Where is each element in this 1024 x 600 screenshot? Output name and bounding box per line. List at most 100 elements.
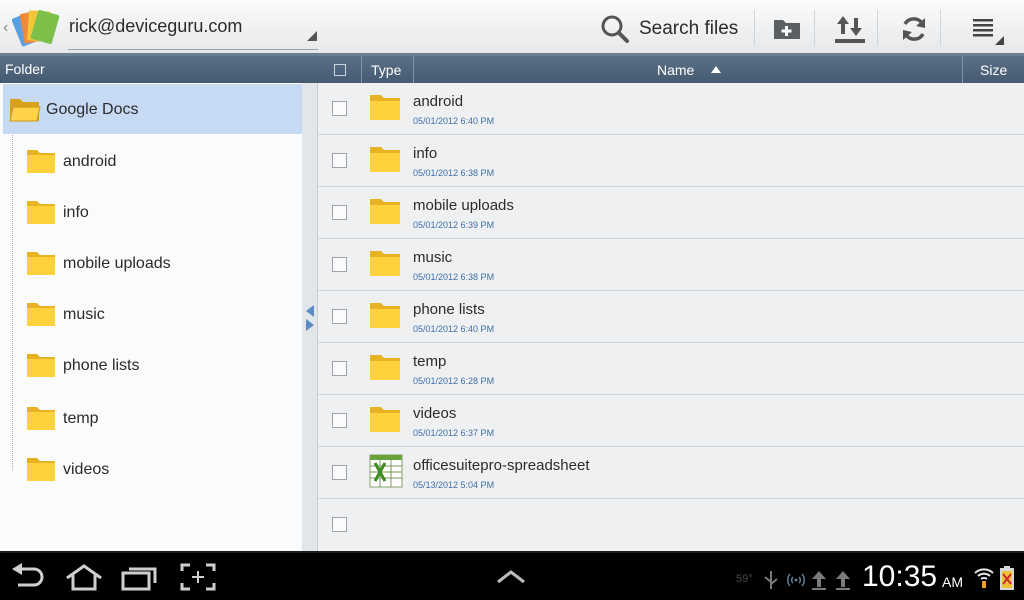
file-date: 05/01/2012 6:39 PM: [413, 220, 495, 230]
name-header-label: Name: [657, 62, 695, 78]
file-name: videos: [413, 405, 457, 422]
account-email: rick@deviceguru.com: [69, 16, 243, 36]
file-date: 05/01/2012 6:37 PM: [413, 428, 495, 438]
row-checkbox[interactable]: [332, 153, 347, 168]
back-chevron-icon[interactable]: ‹: [3, 19, 8, 37]
usb-icon: [764, 571, 778, 589]
tree-item-videos[interactable]: videos: [16, 443, 302, 491]
file-name: phone lists: [413, 301, 485, 318]
size-column-header[interactable]: Size: [962, 56, 1024, 83]
folder-icon: [370, 199, 400, 224]
type-header-label: Type: [371, 62, 402, 78]
back-icon[interactable]: [10, 563, 46, 591]
file-row[interactable]: videos 05/01/2012 6:37 PM: [318, 395, 1024, 447]
tree-item-label: mobile uploads: [63, 255, 171, 272]
upload-icon: [836, 571, 850, 590]
recent-apps-icon[interactable]: [121, 563, 157, 591]
select-all-column[interactable]: [318, 56, 361, 83]
folder-icon: [27, 303, 55, 326]
row-checkbox[interactable]: [332, 361, 347, 376]
file-date: 05/01/2012 6:40 PM: [413, 324, 495, 334]
folder-icon: [27, 407, 55, 430]
empty-row[interactable]: [318, 499, 1024, 551]
row-checkbox[interactable]: [332, 309, 347, 324]
folder-icon: [370, 355, 400, 380]
home-icon[interactable]: [64, 563, 104, 591]
tree-root-google-docs[interactable]: Google Docs: [3, 84, 302, 134]
file-row[interactable]: phone lists 05/01/2012 6:40 PM: [318, 291, 1024, 343]
app-logo-icon[interactable]: [12, 6, 62, 50]
new-folder-button[interactable]: [766, 8, 808, 48]
file-name: android: [413, 93, 464, 110]
upload-download-button[interactable]: [828, 8, 870, 48]
file-date: 05/01/2012 6:28 PM: [413, 376, 495, 386]
file-date: 05/13/2012 5:04 PM: [413, 480, 495, 490]
menu-corner-icon: [995, 36, 1004, 45]
folder-icon: [370, 251, 400, 276]
tree-item-temp[interactable]: temp: [16, 392, 302, 440]
file-name: info: [413, 145, 438, 162]
tree-item-phone-lists[interactable]: phone lists: [16, 339, 302, 387]
new-folder-icon: [774, 20, 800, 39]
tree-item-label: videos: [63, 461, 110, 478]
file-date: 05/01/2012 6:38 PM: [413, 272, 495, 282]
tree-item-label: android: [63, 153, 117, 170]
chevron-up-icon[interactable]: [496, 569, 526, 585]
temperature-label: 59°: [736, 573, 753, 585]
size-header-label: Size: [980, 62, 1008, 78]
clock-time[interactable]: 10:35: [862, 560, 937, 594]
tree-item-mobile-uploads[interactable]: mobile uploads: [16, 237, 302, 285]
sort-ascending-icon: [711, 66, 721, 73]
system-bar: 59° 10:35 AM: [0, 551, 1024, 600]
overflow-menu-button[interactable]: [964, 8, 1006, 48]
upload-icon: [812, 571, 826, 590]
file-row[interactable]: mobile uploads 05/01/2012 6:39 PM: [318, 187, 1024, 239]
panel-splitter[interactable]: [302, 83, 318, 551]
file-name: mobile uploads: [413, 197, 514, 214]
search-icon: [601, 15, 629, 43]
tree-item-android[interactable]: android: [16, 135, 302, 183]
file-list: android 05/01/2012 6:40 PM info 05/01/20…: [318, 83, 1024, 551]
account-selector[interactable]: rick@deviceguru.com: [68, 10, 318, 50]
folder-icon: [27, 201, 55, 224]
folder-header-label: Folder: [5, 61, 45, 77]
file-row[interactable]: temp 05/01/2012 6:28 PM: [318, 343, 1024, 395]
tree-item-info[interactable]: info: [16, 186, 302, 234]
file-row[interactable]: android 05/01/2012 6:40 PM: [318, 83, 1024, 135]
battery-charging-icon: [1000, 566, 1014, 590]
row-checkbox[interactable]: [332, 517, 347, 532]
folder-icon: [27, 150, 55, 173]
row-checkbox[interactable]: [332, 413, 347, 428]
tree-item-music[interactable]: music: [16, 288, 302, 336]
refresh-button[interactable]: [893, 8, 935, 48]
row-checkbox[interactable]: [332, 101, 347, 116]
file-list-header: Type Name Size: [318, 56, 1024, 83]
file-row[interactable]: info 05/01/2012 6:38 PM: [318, 135, 1024, 187]
name-column-header[interactable]: Name: [413, 56, 962, 83]
folder-tree: Google Docs android info mobile uploads …: [0, 83, 302, 551]
folder-panel-header: Folder: [0, 56, 318, 83]
screenshot-icon[interactable]: [180, 563, 216, 591]
file-name: officesuitepro-spreadsheet: [413, 457, 590, 474]
select-all-checkbox[interactable]: [334, 64, 346, 76]
toolbar-divider: [877, 10, 878, 46]
menu-icon: [973, 19, 993, 37]
file-row[interactable]: officesuitepro-spreadsheet 05/13/2012 5:…: [318, 447, 1024, 499]
row-checkbox[interactable]: [332, 257, 347, 272]
tree-item-label: phone lists: [63, 357, 140, 374]
folder-icon: [370, 407, 400, 432]
row-checkbox[interactable]: [332, 205, 347, 220]
toolbar-divider: [940, 10, 941, 46]
file-name: temp: [413, 353, 447, 370]
clock-ampm: AM: [942, 574, 963, 590]
type-column-header[interactable]: Type: [361, 56, 413, 83]
search-files-button[interactable]: Search files: [596, 8, 748, 48]
upload-download-icon: [835, 16, 865, 43]
dropdown-corner-icon: [307, 31, 317, 41]
refresh-icon: [903, 17, 925, 41]
file-row[interactable]: music 05/01/2012 6:38 PM: [318, 239, 1024, 291]
folder-icon: [370, 147, 400, 172]
file-date: 05/01/2012 6:40 PM: [413, 116, 495, 126]
open-folder-icon: [9, 99, 41, 122]
row-checkbox[interactable]: [332, 465, 347, 480]
